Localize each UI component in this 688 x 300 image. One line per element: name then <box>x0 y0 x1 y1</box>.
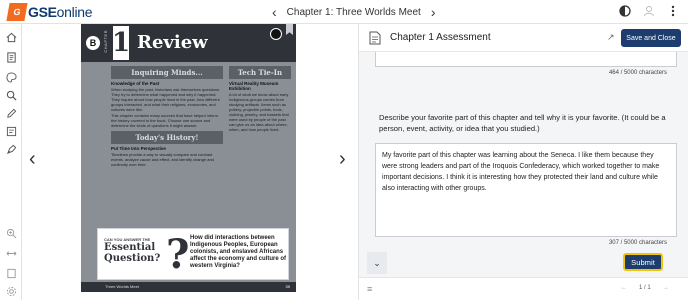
page-heading: Review <box>137 32 208 53</box>
gse-online-logo[interactable]: G GSEonline <box>6 3 93 21</box>
essential-question-box: CAN YOU ANSWER THE Essential Question? ?… <box>97 228 289 280</box>
notes-icon[interactable] <box>4 124 18 138</box>
assessment-body: 464 / 5000 characters Describe your favo… <box>359 52 688 277</box>
section-text: This chapter contains many sources that … <box>111 113 218 128</box>
prev-question-icon[interactable]: ← <box>621 285 627 291</box>
section-subtitle: Put Time Into Perspective <box>111 146 166 151</box>
logo-text: GSEonline <box>28 4 93 20</box>
collapse-chevron-icon[interactable]: ⌄ <box>367 252 387 274</box>
section-text: When studying the past, historians ask t… <box>111 87 221 112</box>
inquiring-minds-column: Inquiring Minds... Knowledge of the Past… <box>111 66 223 167</box>
essential-question-label: CAN YOU ANSWER THE Essential Question? <box>104 237 164 264</box>
section-title: Inquiring Minds... <box>111 66 223 79</box>
seal-icon <box>270 28 282 40</box>
section-subtitle: Virtual Reality Museum Exhibition <box>229 81 279 91</box>
logo-suffix: online <box>56 4 93 20</box>
chapter-number: 1 <box>111 26 131 60</box>
pager-count: 1 / 1 <box>639 285 651 291</box>
eq-text: How did interactions between Indigenous … <box>190 235 287 269</box>
page-footer-title: Three Worlds Meet <box>105 284 139 289</box>
pencil-icon[interactable] <box>4 106 18 120</box>
tech-tie-in-column: Tech Tie-In Virtual Reality Museum Exhib… <box>229 66 291 132</box>
assessment-header: Chapter 1 Assessment ↗ Save and Close <box>359 24 688 52</box>
assessment-panel: Chapter 1 Assessment ↗ Save and Close 46… <box>358 24 688 300</box>
submit-button[interactable]: Submit <box>623 253 663 271</box>
prev-page-icon[interactable]: ‹ <box>29 148 36 171</box>
eq-title: Essential Question? <box>104 242 161 264</box>
book-reader: ‹ › B CHAPTER 1 Review Inquiring Minds..… <box>23 24 357 300</box>
document-icon[interactable] <box>4 50 18 64</box>
home-icon[interactable] <box>4 30 18 44</box>
left-toolbar <box>0 24 22 300</box>
assessment-document-icon <box>369 31 381 45</box>
next-page-icon[interactable]: › <box>339 148 346 171</box>
menu-icon[interactable]: ≡ <box>367 284 372 294</box>
palette-icon[interactable] <box>4 70 18 84</box>
top-right-tools <box>618 4 680 18</box>
answer-character-count: 307 / 5000 characters <box>608 240 667 246</box>
logo-prefix: GSE <box>28 4 57 20</box>
previous-character-count: 464 / 5000 characters <box>608 70 667 76</box>
bookmark-icon[interactable] <box>286 24 293 35</box>
section-subtitle: Knowledge of the Past <box>111 81 160 86</box>
more-icon[interactable] <box>666 4 680 18</box>
previous-answer-field[interactable] <box>375 52 677 67</box>
section-title: Today's History! <box>111 131 223 144</box>
search-icon[interactable] <box>4 88 18 102</box>
page-footer: Three Worlds Meet 39 <box>81 282 296 292</box>
top-bar: G GSEonline ‹ Chapter 1: Three Worlds Me… <box>0 0 688 24</box>
zoom-icon[interactable] <box>4 226 18 240</box>
page-number: 39 <box>285 284 290 289</box>
expand-icon[interactable]: ↗ <box>607 32 615 43</box>
next-question-icon[interactable]: → <box>663 285 669 291</box>
question-text: Describe your favorite part of this chap… <box>379 113 666 133</box>
chapter-word: CHAPTER <box>103 30 108 53</box>
next-chapter-icon[interactable]: › <box>431 3 436 21</box>
save-and-close-button[interactable]: Save and Close <box>621 29 681 47</box>
page-header: B CHAPTER 1 Review <box>81 24 296 62</box>
section-text: A lot of what we know about early Indige… <box>229 92 289 132</box>
pen-icon[interactable] <box>4 142 18 156</box>
fit-width-icon[interactable] <box>4 246 18 260</box>
section-title: Tech Tie-In <box>229 66 291 79</box>
section-text: Timelines provide a way to visually comp… <box>111 152 214 167</box>
book-page: B CHAPTER 1 Review Inquiring Minds... Kn… <box>81 24 296 292</box>
pager: ← 1 / 1 → <box>621 285 669 291</box>
contrast-icon[interactable] <box>618 4 632 18</box>
chapter-badge: B <box>86 36 100 50</box>
answer-textarea[interactable]: My favorite part of this chapter was lea… <box>375 143 677 237</box>
logo-mark: G <box>6 3 28 21</box>
user-icon[interactable] <box>642 4 656 18</box>
question-mark-icon: ? <box>166 231 190 278</box>
prev-chapter-icon[interactable]: ‹ <box>272 3 277 21</box>
assessment-title: Chapter 1 Assessment <box>390 32 491 43</box>
chapter-title: Chapter 1: Three Worlds Meet <box>286 6 421 18</box>
settings-icon[interactable] <box>4 284 18 298</box>
assessment-footer: ≡ ← 1 / 1 → <box>359 277 688 300</box>
chapter-navigation: ‹ Chapter 1: Three Worlds Meet › <box>272 3 435 21</box>
fit-page-icon[interactable] <box>4 266 18 280</box>
